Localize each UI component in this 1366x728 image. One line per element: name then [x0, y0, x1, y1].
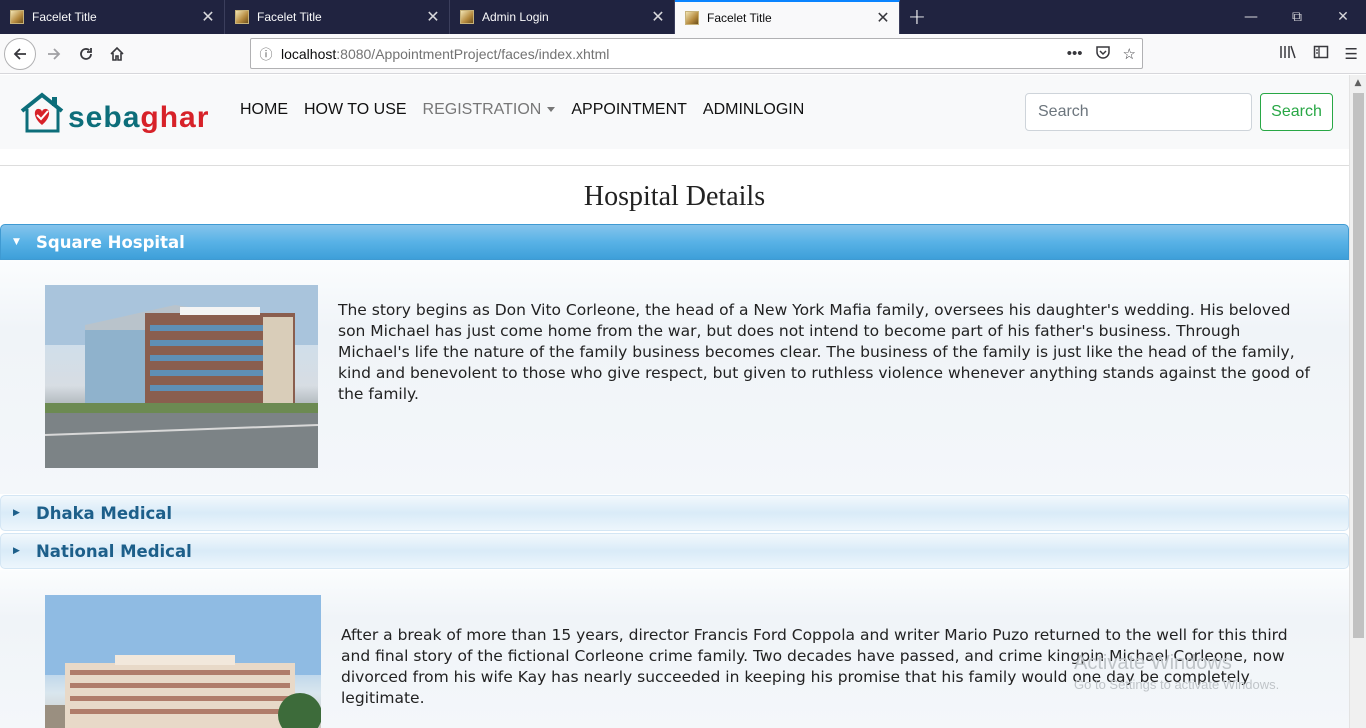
- windows-activation-watermark: Activate Windows Go to Settings to activ…: [1074, 652, 1279, 692]
- close-tab-icon[interactable]: ✕: [198, 7, 218, 27]
- pocket-icon[interactable]: [1095, 44, 1111, 64]
- watermark-subtitle: Go to Settings to activate Windows.: [1074, 677, 1280, 692]
- page-viewport: sebaghar HOME HOW TO USE REGISTRATION AP…: [0, 75, 1349, 728]
- triangle-right-icon: ▶: [13, 546, 20, 556]
- menu-appointment[interactable]: APPOINTMENT: [571, 101, 687, 119]
- triangle-right-icon: ▶: [13, 508, 20, 518]
- search-button[interactable]: Search: [1260, 93, 1333, 131]
- page-favicon-icon: [235, 10, 249, 24]
- url-path: :8080/AppointmentProject/faces/index.xht…: [336, 45, 610, 62]
- window-controls: — ⧉ ✕: [1228, 0, 1366, 34]
- menu-home[interactable]: HOME: [240, 101, 288, 119]
- menu-adminlogin[interactable]: ADMINLOGIN: [703, 101, 804, 119]
- close-tab-icon[interactable]: ✕: [423, 7, 443, 27]
- browser-tab-strip: Facelet Title ✕ Facelet Title ✕ Admin Lo…: [0, 0, 1366, 34]
- page-actions-icon[interactable]: •••: [1067, 45, 1083, 62]
- scrollbar-thumb[interactable]: [1353, 93, 1364, 638]
- window-close-icon[interactable]: ✕: [1320, 0, 1366, 34]
- header-divider: [0, 165, 1349, 166]
- reload-icon[interactable]: [70, 38, 102, 70]
- hospital-description: The story begins as Don Vito Corleone, t…: [338, 301, 1310, 403]
- info-icon[interactable]: ⓘ: [251, 44, 281, 63]
- accordion-header-square-hospital[interactable]: ▼ Square Hospital: [0, 224, 1349, 260]
- caret-down-icon: [547, 107, 556, 113]
- browser-tab[interactable]: Admin Login ✕: [450, 0, 675, 34]
- url-host: localhost: [281, 45, 337, 62]
- accordion-title: Dhaka Medical: [36, 503, 173, 523]
- logo-text-seba: seba: [68, 101, 141, 134]
- triangle-down-icon: ▼: [13, 237, 20, 247]
- hospital-photo: [45, 285, 318, 468]
- sidebar-icon[interactable]: [1313, 44, 1329, 64]
- site-logo[interactable]: sebaghar: [18, 89, 209, 135]
- library-icon[interactable]: [1279, 44, 1297, 64]
- menu-registration-label: REGISTRATION: [422, 101, 542, 118]
- accordion-title: Square Hospital: [36, 232, 185, 252]
- hospital-photo: [45, 595, 321, 728]
- page-favicon-icon: [460, 10, 474, 24]
- accordion-header-national-medical[interactable]: ▶ National Medical: [0, 533, 1349, 569]
- vertical-scrollbar[interactable]: ▲: [1349, 75, 1366, 728]
- page-favicon-icon: [685, 11, 699, 25]
- new-tab-plus-icon[interactable]: +: [900, 0, 934, 34]
- house-heart-logo-icon: [18, 91, 70, 135]
- page-title: Hospital Details: [583, 181, 766, 212]
- browser-tab-active[interactable]: Facelet Title ✕: [675, 0, 900, 34]
- url-bar[interactable]: ⓘ localhost:8080/AppointmentProject/face…: [250, 38, 1143, 69]
- accordion-header-dhaka-medical[interactable]: ▶ Dhaka Medical: [0, 495, 1349, 531]
- close-tab-icon[interactable]: ✕: [648, 7, 668, 27]
- accordion-panel-square-hospital: The story begins as Don Vito Corleone, t…: [0, 260, 1349, 494]
- home-icon[interactable]: [101, 38, 133, 70]
- main-menu: HOME HOW TO USE REGISTRATION APPOINTMENT…: [240, 101, 820, 119]
- browser-toolbar: ⓘ localhost:8080/AppointmentProject/face…: [0, 34, 1366, 74]
- tab-title: Facelet Title: [707, 11, 772, 25]
- close-tab-icon[interactable]: ✕: [873, 8, 893, 28]
- menu-registration-dropdown[interactable]: REGISTRATION: [423, 101, 556, 119]
- search-input[interactable]: [1025, 93, 1252, 131]
- watermark-title: Activate Windows: [1074, 652, 1232, 674]
- accordion-panel-national-medical: After a break of more than 15 years, dir…: [0, 570, 1349, 728]
- page-favicon-icon: [10, 10, 24, 24]
- logo-text-ghar: ghar: [140, 101, 210, 134]
- hamburger-menu-icon[interactable]: ☰: [1345, 45, 1358, 63]
- site-header: sebaghar HOME HOW TO USE REGISTRATION AP…: [0, 75, 1349, 149]
- restore-icon[interactable]: ⧉: [1274, 0, 1320, 34]
- forward-arrow-icon[interactable]: [38, 38, 70, 70]
- tab-title: Admin Login: [482, 10, 549, 24]
- browser-tab[interactable]: Facelet Title ✕: [225, 0, 450, 34]
- bookmark-star-icon[interactable]: ☆: [1123, 45, 1136, 63]
- tab-title: Facelet Title: [32, 10, 97, 24]
- browser-tab[interactable]: Facelet Title ✕: [0, 0, 225, 34]
- minimize-icon[interactable]: —: [1228, 0, 1274, 34]
- tab-title: Facelet Title: [257, 10, 322, 24]
- scroll-up-arrow-icon[interactable]: ▲: [1350, 75, 1366, 91]
- back-arrow-icon[interactable]: [4, 38, 36, 70]
- menu-how-to-use[interactable]: HOW TO USE: [304, 101, 407, 119]
- accordion-title: National Medical: [36, 541, 192, 561]
